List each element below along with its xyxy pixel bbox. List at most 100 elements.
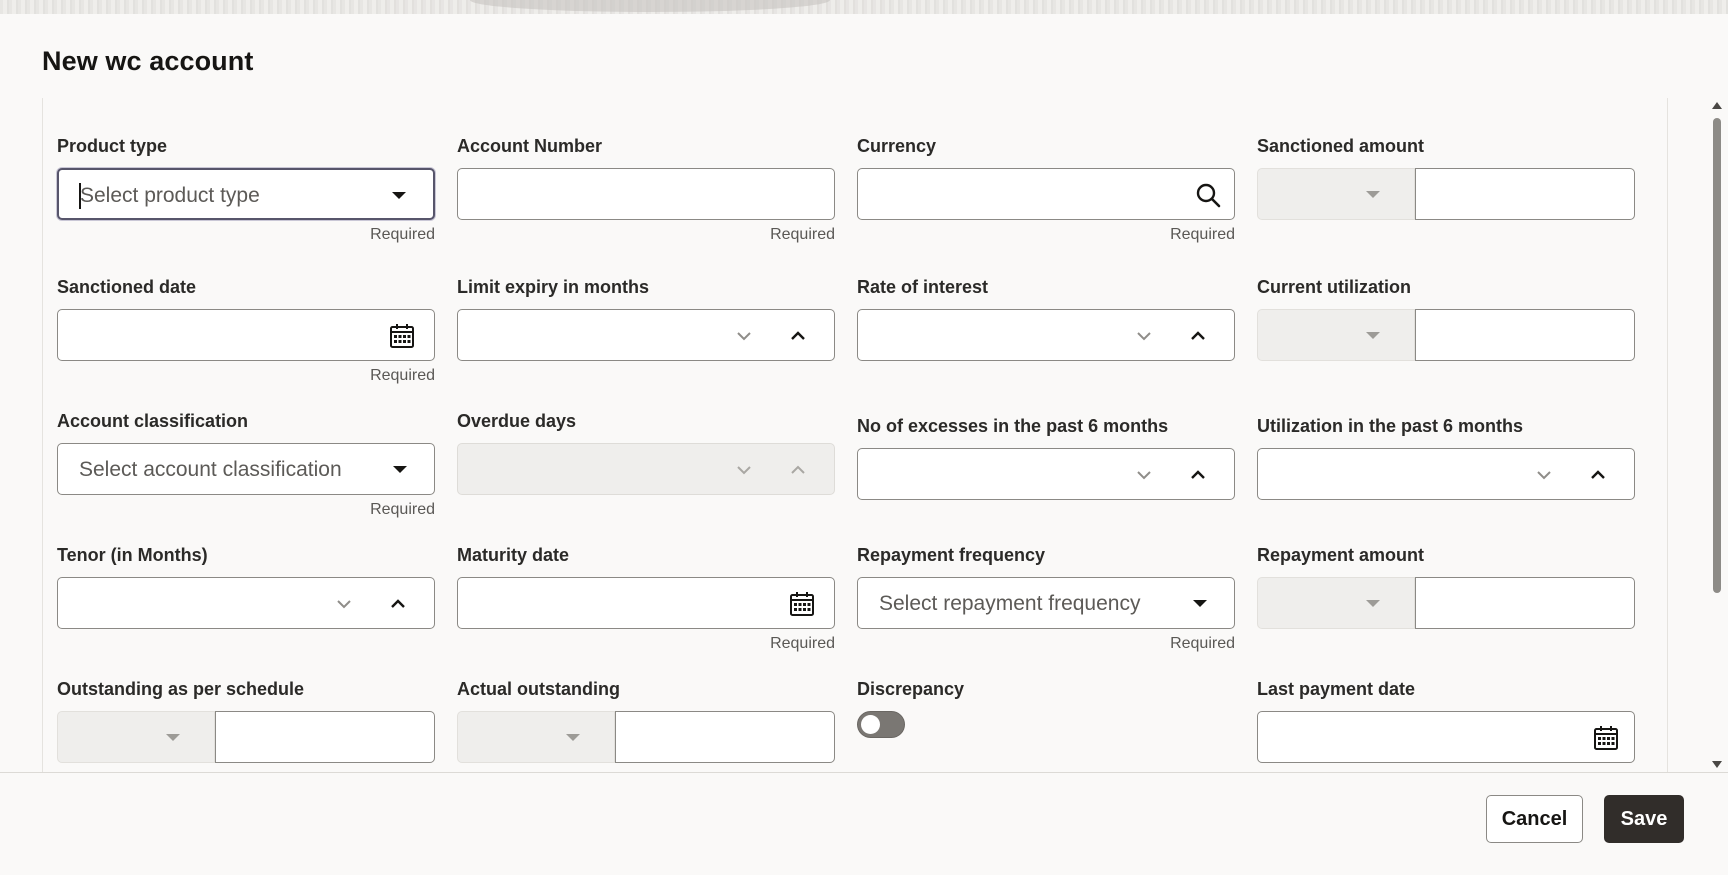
dropdown-arrow-icon bbox=[1366, 332, 1380, 339]
sanctioned-amount-input[interactable] bbox=[1415, 168, 1635, 220]
actual-outstanding-input[interactable] bbox=[615, 711, 835, 763]
background-decoration bbox=[470, 0, 830, 12]
account-number-input[interactable] bbox=[457, 168, 835, 220]
field-repayment-amount: Repayment amount bbox=[1257, 543, 1635, 629]
toggle-knob bbox=[861, 715, 880, 734]
overdue-days-input bbox=[457, 443, 835, 495]
field-actual-outstanding: Actual outstanding bbox=[457, 677, 835, 763]
form-scroll-area: Product type Select product type Require… bbox=[42, 98, 1668, 773]
cancel-button[interactable]: Cancel bbox=[1486, 795, 1583, 843]
field-rate-of-interest: Rate of interest bbox=[857, 275, 1235, 361]
dropdown-arrow-icon bbox=[1366, 600, 1380, 607]
form-scrollbar[interactable] bbox=[1710, 98, 1724, 772]
field-last-payment-date: Last payment date bbox=[1257, 677, 1635, 763]
dropdown-arrow-icon bbox=[566, 734, 580, 741]
last-payment-date-input[interactable] bbox=[1257, 711, 1635, 763]
chevron-down-icon[interactable] bbox=[1530, 461, 1558, 489]
tenor-input[interactable] bbox=[57, 577, 435, 629]
utilization-6m-label: Utilization in the past 6 months bbox=[1257, 416, 1524, 436]
product-type-label: Product type bbox=[57, 136, 168, 156]
actual-outstanding-label: Actual outstanding bbox=[457, 679, 620, 699]
background-header-strip bbox=[0, 0, 1728, 14]
chevron-up-icon[interactable] bbox=[784, 322, 812, 350]
scroll-up-arrow-icon[interactable] bbox=[1712, 102, 1722, 109]
current-utilization-currency-select[interactable] bbox=[1257, 309, 1415, 361]
required-hint: Required bbox=[1170, 226, 1235, 243]
field-overdue-days: Overdue days bbox=[457, 409, 835, 495]
dropdown-arrow-icon[interactable] bbox=[1193, 600, 1207, 607]
repayment-frequency-label: Repayment frequency bbox=[857, 545, 1046, 565]
rate-of-interest-label: Rate of interest bbox=[857, 277, 989, 297]
field-currency: Currency Required bbox=[857, 134, 1235, 243]
field-utilization-6m: Utilization in the past 6 months bbox=[1257, 414, 1635, 500]
maturity-date-label: Maturity date bbox=[457, 545, 570, 565]
save-button[interactable]: Save bbox=[1604, 795, 1684, 843]
discrepancy-label: Discrepancy bbox=[857, 679, 965, 699]
excesses-6m-label: No of excesses in the past 6 months bbox=[857, 416, 1169, 436]
required-hint: Required bbox=[770, 635, 835, 652]
dropdown-arrow-icon[interactable] bbox=[392, 192, 406, 199]
dialog-title: New wc account bbox=[42, 46, 254, 76]
chevron-down-icon bbox=[730, 456, 758, 484]
chevron-up-icon[interactable] bbox=[1184, 322, 1212, 350]
dropdown-arrow-icon[interactable] bbox=[393, 466, 407, 473]
chevron-up-icon bbox=[784, 456, 812, 484]
product-type-placeholder: Select product type bbox=[80, 184, 260, 207]
tenor-label: Tenor (in Months) bbox=[57, 545, 208, 565]
dropdown-arrow-icon bbox=[1366, 191, 1380, 198]
required-hint: Required bbox=[370, 501, 435, 518]
dropdown-arrow-icon bbox=[166, 734, 180, 741]
limit-expiry-input[interactable] bbox=[457, 309, 835, 361]
outstanding-schedule-input[interactable] bbox=[215, 711, 435, 763]
chevron-down-icon[interactable] bbox=[1130, 461, 1158, 489]
chevron-down-icon[interactable] bbox=[730, 322, 758, 350]
search-icon[interactable] bbox=[1194, 181, 1222, 209]
excesses-6m-input[interactable] bbox=[857, 448, 1235, 500]
chevron-up-icon[interactable] bbox=[1584, 461, 1612, 489]
required-hint: Required bbox=[370, 226, 435, 243]
field-limit-expiry: Limit expiry in months bbox=[457, 275, 835, 361]
last-payment-date-label: Last payment date bbox=[1257, 679, 1416, 699]
dialog-footer: Cancel Save bbox=[0, 772, 1728, 875]
maturity-date-input[interactable] bbox=[457, 577, 835, 629]
required-hint: Required bbox=[1170, 635, 1235, 652]
field-current-utilization: Current utilization bbox=[1257, 275, 1635, 361]
repayment-amount-label: Repayment amount bbox=[1257, 545, 1425, 565]
scrollbar-thumb[interactable] bbox=[1713, 118, 1721, 593]
outstanding-schedule-label: Outstanding as per schedule bbox=[57, 679, 305, 699]
repayment-amount-currency-select[interactable] bbox=[1257, 577, 1415, 629]
rate-of-interest-input[interactable] bbox=[857, 309, 1235, 361]
product-type-select[interactable]: Select product type bbox=[57, 168, 435, 220]
chevron-down-icon[interactable] bbox=[1130, 322, 1158, 350]
sanctioned-amount-label: Sanctioned amount bbox=[1257, 136, 1425, 156]
field-product-type: Product type Select product type Require… bbox=[57, 134, 435, 243]
currency-label: Currency bbox=[857, 136, 937, 156]
required-hint: Required bbox=[770, 226, 835, 243]
scroll-down-arrow-icon[interactable] bbox=[1712, 761, 1722, 768]
account-classification-select[interactable]: Select account classification bbox=[57, 443, 435, 495]
field-sanctioned-date: Sanctioned date Required bbox=[57, 275, 435, 384]
utilization-6m-input[interactable] bbox=[1257, 448, 1635, 500]
currency-input[interactable] bbox=[857, 168, 1235, 220]
sanctioned-date-label: Sanctioned date bbox=[57, 277, 197, 297]
discrepancy-toggle[interactable] bbox=[857, 711, 905, 738]
required-hint: Required bbox=[370, 367, 435, 384]
repayment-frequency-select[interactable]: Select repayment frequency bbox=[857, 577, 1235, 629]
sanctioned-date-input[interactable] bbox=[57, 309, 435, 361]
actual-outstanding-currency-select[interactable] bbox=[457, 711, 615, 763]
current-utilization-label: Current utilization bbox=[1257, 277, 1411, 297]
field-discrepancy: Discrepancy bbox=[857, 677, 1235, 738]
chevron-up-icon[interactable] bbox=[1184, 461, 1212, 489]
calendar-icon[interactable] bbox=[788, 590, 816, 618]
chevron-down-icon[interactable] bbox=[330, 590, 358, 618]
outstanding-schedule-currency-select[interactable] bbox=[57, 711, 215, 763]
calendar-icon[interactable] bbox=[388, 322, 416, 350]
current-utilization-input[interactable] bbox=[1415, 309, 1635, 361]
sanctioned-amount-currency-select[interactable] bbox=[1257, 168, 1415, 220]
account-classification-placeholder: Select account classification bbox=[79, 458, 342, 481]
field-outstanding-schedule: Outstanding as per schedule bbox=[57, 677, 435, 763]
repayment-frequency-placeholder: Select repayment frequency bbox=[879, 592, 1141, 615]
chevron-up-icon[interactable] bbox=[384, 590, 412, 618]
repayment-amount-input[interactable] bbox=[1415, 577, 1635, 629]
calendar-icon[interactable] bbox=[1592, 724, 1620, 752]
